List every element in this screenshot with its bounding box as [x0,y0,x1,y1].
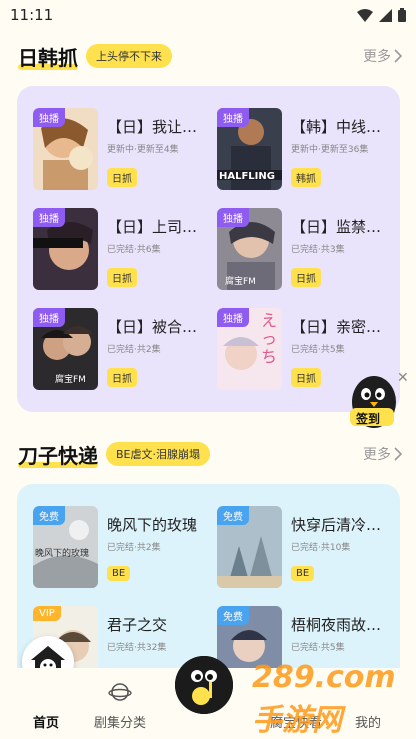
signin-button[interactable]: 签到 [346,372,402,432]
status-bar: 11:11 [0,0,416,30]
card-tag: 韩抓 [291,168,321,187]
signin-label: 签到 [356,412,381,426]
battery-icon [398,8,406,22]
section-tag: 上头停不下来 [86,44,172,68]
drama-card[interactable]: 免费 快穿后清冷… 已完结·共10集 BE [217,506,397,590]
exclusive-badge: 独播 [33,308,65,327]
nav-categories[interactable]: 剧集分类 [80,668,160,739]
drama-card[interactable]: 独播 腐宝FM 【日】监禁… 已完结·共3集 日抓 [217,208,397,292]
card-title: 梧桐夜雨故… [291,616,382,634]
section-tag: BE虐文·泪腺崩塌 [106,442,210,466]
card-meta: 已完结·共6集 [107,245,161,255]
card-meta: 已完结·共2集 [107,543,161,553]
more-link[interactable]: 更多 [363,444,402,464]
nav-home[interactable]: 首页 [6,668,86,739]
section-header-daozi: 刀子快递 BE虐文·泪腺崩塌 更多 [18,440,402,468]
exclusive-badge: 独播 [33,208,65,227]
card-title: 君子之交 [107,616,168,634]
cover-text: HALFLING [219,171,275,182]
drama-card[interactable]: 独播 HALFLING 【韩】中线… 更新中·更新至36集 韩抓 [217,108,397,192]
nav-center-play-button[interactable] [175,656,233,714]
card-tag: BE [291,566,315,581]
wifi-icon [357,8,373,22]
cover-image: 独播 HALFLING [217,108,282,190]
chevron-right-icon [394,49,402,63]
card-meta: 更新中·更新至4集 [107,145,179,155]
card-tag: 日抓 [291,368,321,387]
card-meta: 已完结·共10集 [291,543,351,553]
more-link[interactable]: 更多 [363,46,402,66]
cover-text: えっち [261,311,278,366]
cover-image: 独播 [33,208,98,290]
close-icon[interactable]: ✕ [397,370,409,386]
chevron-right-icon [394,447,402,461]
cover-text: 腐宝FM [55,375,86,385]
card-title: 【日】上司… [107,218,198,236]
card-title: 晚风下的玫瑰 [107,516,198,534]
card-meta: 已完结·共5集 [291,643,345,653]
drama-card[interactable]: 独播 【日】上司… 已完结·共6集 日抓 [33,208,213,292]
planet-icon [108,683,132,701]
section-header-rihan: 日韩抓 上头停不下来 更多 [18,42,402,70]
section-title: 日韩抓 [18,42,78,71]
nav-label: 首页 [32,716,59,731]
exclusive-badge: 独播 [217,208,249,227]
exclusive-badge: 独播 [33,108,65,127]
cover-text: 腐宝FM [225,277,256,287]
cover-image: 独播 腐宝FM [33,308,98,390]
cover-image: 独播 えっち [217,308,282,390]
card-title: 【日】我让… [107,118,198,136]
card-tag: 日抓 [291,268,321,287]
card-tag: 日抓 [107,368,137,387]
watermark: 289.com 手游网 [252,660,396,738]
cover-text: 晚风下的玫瑰 [35,549,90,559]
drama-card[interactable]: 独播 【日】我让… 更新中·更新至4集 日抓 [33,108,213,192]
section-panel-rihan: 独播 【日】我让… 更新中·更新至4集 日抓 独播 HALFLING 【韩】中线… [17,86,400,412]
vip-badge: VIP [33,606,61,621]
card-meta: 已完结·共5集 [291,345,345,355]
cover-image: 独播 [33,108,98,190]
music-mascot-icon [175,656,233,714]
section-title: 刀子快递 [18,440,98,469]
cover-image: 免费 晚风下的玫瑰 [33,506,98,588]
free-badge: 免费 [217,606,249,625]
free-badge: 免费 [33,506,65,525]
card-meta: 已完结·共2集 [107,345,161,355]
more-label: 更多 [363,49,391,65]
card-title: 【韩】中线… [291,118,382,136]
drama-card[interactable]: 独播 腐宝FM 【日】被合… 已完结·共2集 日抓 [33,308,213,392]
card-meta: 已完结·共32集 [107,643,167,653]
card-tag: BE [107,566,131,581]
drama-card[interactable]: 免费 晚风下的玫瑰 晚风下的玫瑰 已完结·共2集 BE [33,506,213,590]
card-title: 【日】亲密… [291,318,382,336]
more-label: 更多 [363,447,391,463]
card-title: 【日】被合… [107,318,198,336]
cover-image: 免费 [217,506,282,588]
exclusive-badge: 独播 [217,108,249,127]
nav-label: 剧集分类 [93,716,146,731]
status-time: 11:11 [10,6,54,24]
signal-icon [379,8,392,22]
exclusive-badge: 独播 [217,308,249,327]
card-tag: 日抓 [107,168,137,187]
system-icons [357,8,406,22]
card-title: 快穿后清冷… [291,516,382,534]
free-badge: 免费 [217,506,249,525]
card-meta: 已完结·共3集 [291,245,345,255]
card-meta: 更新中·更新至36集 [291,145,369,155]
card-title: 【日】监禁… [291,218,382,236]
card-tag: 日抓 [107,268,137,287]
cover-image: 独播 腐宝FM [217,208,282,290]
